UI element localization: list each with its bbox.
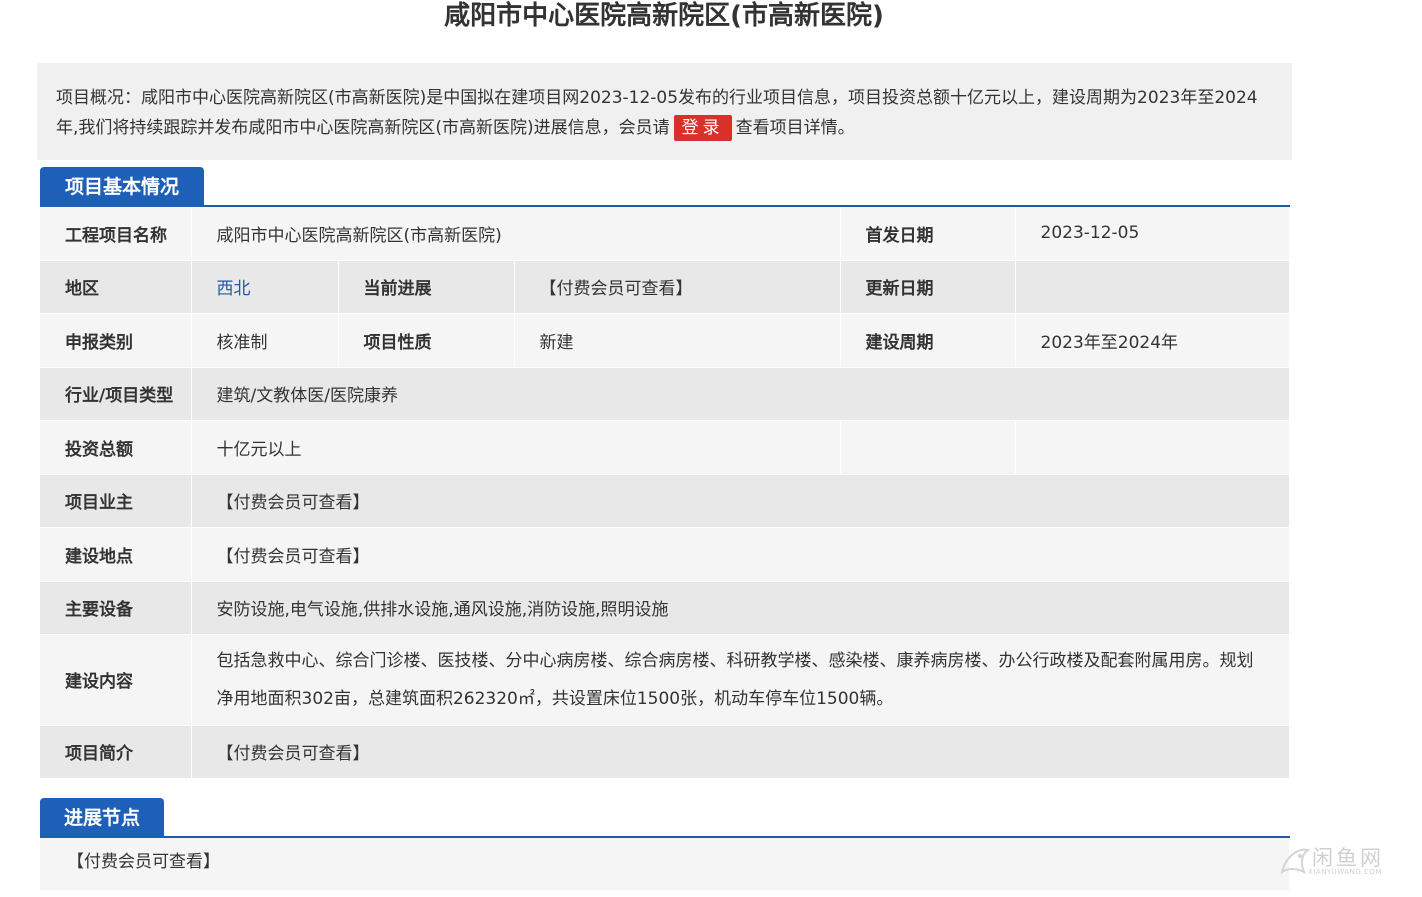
summary-value: 【付费会员可查看】 (191, 725, 1290, 779)
project-info-table: 工程项目名称 咸阳市中心医院高新院区(市高新医院) 首发日期 2023-12-0… (40, 207, 1290, 779)
project-name-value: 咸阳市中心医院高新院区(市高新医院) (191, 207, 841, 261)
owner-label: 项目业主 (40, 474, 192, 528)
owner-value: 【付费会员可查看】 (191, 474, 1290, 528)
overview-text-end: 查看项目详情。 (735, 118, 855, 138)
progress-section-header: 进展节点 (40, 798, 1290, 838)
period-label: 建设周期 (840, 313, 1016, 368)
nature-value: 新建 (514, 313, 841, 368)
table-row: 建设地点 【付费会员可查看】 (40, 527, 1290, 582)
basic-info-tab: 项目基本情况 (40, 167, 204, 207)
summary-label: 项目简介 (40, 725, 192, 779)
overview-text: 项目概况：咸阳市中心医院高新院区(市高新医院)是中国拟在建项目网2023-12-… (56, 88, 1258, 138)
fish-logo-icon (1280, 848, 1311, 875)
industry-label: 行业/项目类型 (40, 367, 192, 421)
location-label: 建设地点 (40, 527, 192, 582)
filing-type-value: 核准制 (191, 313, 339, 368)
nature-label: 项目性质 (338, 313, 515, 368)
investment-value: 十亿元以上 (191, 420, 841, 475)
table-row: 项目简介 【付费会员可查看】 (40, 725, 1290, 779)
progress-label: 当前进展 (338, 260, 515, 314)
login-button[interactable]: 登录 (673, 115, 732, 141)
project-overview: 项目概况：咸阳市中心医院高新院区(市高新医院)是中国拟在建项目网2023-12-… (37, 63, 1292, 160)
table-row: 工程项目名称 咸阳市中心医院高新院区(市高新医院) 首发日期 2023-12-0… (40, 207, 1290, 261)
page-title: 咸阳市中心医院高新院区(市高新医院) (444, 1, 884, 31)
content-value: 包括急救中心、综合门诊楼、医技楼、分中心病房楼、综合病房楼、科研教学楼、感染楼、… (191, 634, 1290, 726)
period-value: 2023年至2024年 (1015, 313, 1290, 368)
equipment-label: 主要设备 (40, 581, 192, 635)
equipment-value: 安防设施,电气设施,供排水设施,通风设施,消防设施,照明设施 (191, 581, 1290, 635)
first-date-value: 2023-12-05 (1015, 207, 1290, 261)
first-date-label: 首发日期 (840, 207, 1016, 261)
empty-cell (840, 420, 1016, 475)
update-date-label: 更新日期 (840, 260, 1016, 314)
empty-cell (1015, 420, 1290, 475)
watermark-subtext: XIANYUWANG.COM (1308, 868, 1382, 876)
industry-value: 建筑/文教体医/医院康养 (191, 367, 1290, 421)
location-value: 【付费会员可查看】 (191, 527, 1290, 582)
progress-value: 【付费会员可查看】 (514, 260, 841, 314)
basic-info-header: 项目基本情况 (40, 167, 1290, 207)
region-label: 地区 (40, 260, 192, 314)
site-watermark: 闲鱼网 XIANYUWANG.COM (1278, 842, 1408, 880)
table-row: 项目业主 【付费会员可查看】 (40, 474, 1290, 528)
project-name-label: 工程项目名称 (40, 207, 192, 261)
table-row: 投资总额 十亿元以上 (40, 420, 1290, 475)
progress-section-content: 【付费会员可查看】 (40, 838, 1289, 890)
table-row: 行业/项目类型 建筑/文教体医/医院康养 (40, 367, 1290, 421)
progress-section-tab: 进展节点 (40, 798, 164, 838)
investment-label: 投资总额 (40, 420, 192, 475)
region-link[interactable]: 西北 (191, 260, 339, 314)
table-row: 建设内容 包括急救中心、综合门诊楼、医技楼、分中心病房楼、综合病房楼、科研教学楼… (40, 634, 1290, 726)
table-row: 主要设备 安防设施,电气设施,供排水设施,通风设施,消防设施,照明设施 (40, 581, 1290, 635)
update-date-value (1015, 260, 1290, 314)
filing-type-label: 申报类别 (40, 313, 192, 368)
content-label: 建设内容 (40, 634, 192, 726)
table-row: 申报类别 核准制 项目性质 新建 建设周期 2023年至2024年 (40, 313, 1290, 368)
table-row: 地区 西北 当前进展 【付费会员可查看】 更新日期 (40, 260, 1290, 314)
